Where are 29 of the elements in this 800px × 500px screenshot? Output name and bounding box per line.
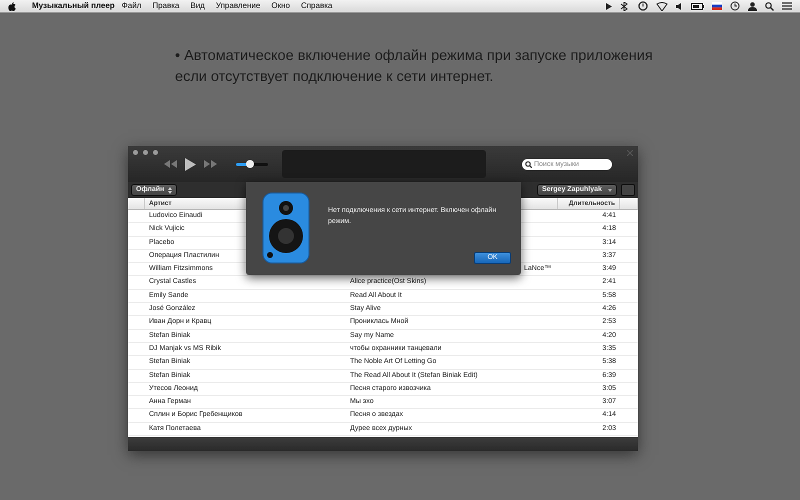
menu-item[interactable]: Вид [190,0,205,12]
play-icon[interactable] [185,158,196,170]
fast-forward-icon[interactable] [204,160,217,168]
clock-icon[interactable] [730,1,740,11]
rewind-icon[interactable] [164,160,177,168]
user-icon[interactable] [748,2,757,10]
menu-item[interactable]: Окно [271,0,290,12]
search-icon[interactable] [765,2,774,10]
note-text: • Автоматическое включение офлайн режима при запуске приложения если отсутствует подключение к сети интернет. [175,47,654,87]
clock-icon[interactable] [638,1,648,11]
speaker-icon [262,192,310,264]
search-icon [525,160,532,168]
apple-icon[interactable] [8,2,16,10]
flag-icon[interactable] [712,2,722,10]
up-down-arrows-icon [168,186,172,194]
play-icon[interactable] [606,2,612,10]
menu-item[interactable]: Файл [122,0,142,12]
bluetooth-icon[interactable] [620,2,630,10]
menu-item[interactable]: Управление [216,0,260,12]
wifi-icon[interactable] [656,2,668,10]
menu-item[interactable]: Правка [152,0,180,12]
caret-icon [608,188,612,192]
slider-thumb[interactable] [246,160,254,168]
volume-slider[interactable] [236,162,268,166]
list-icon[interactable] [782,2,792,10]
app-name[interactable]: Музыкальный плеер [32,0,115,12]
battery-icon[interactable] [691,2,704,10]
volume-icon[interactable] [676,2,683,10]
menu-item[interactable]: Справка [300,0,332,12]
